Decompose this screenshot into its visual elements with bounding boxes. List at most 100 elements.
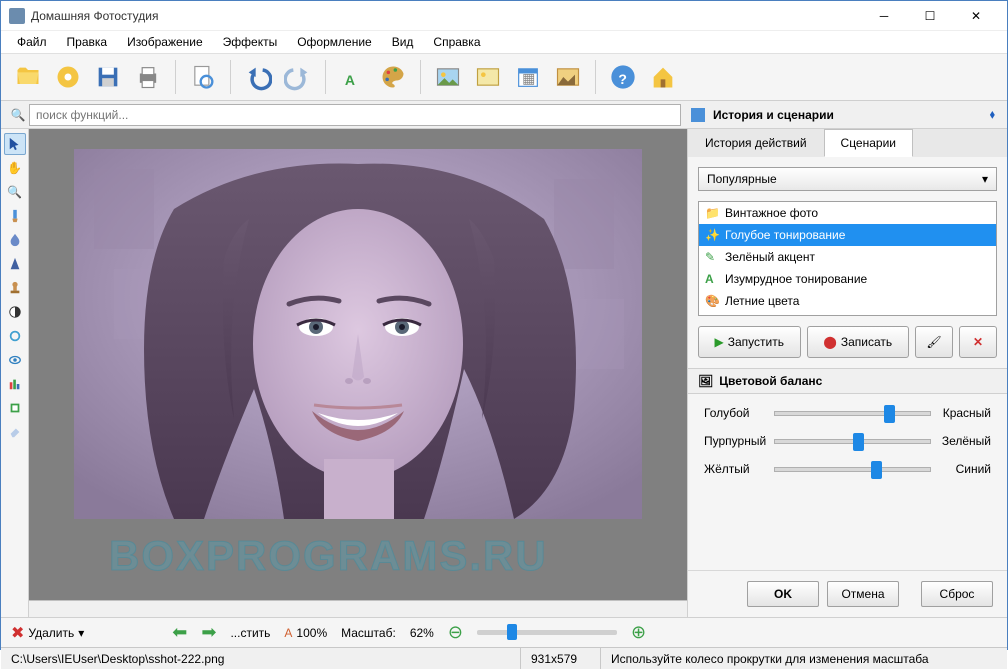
letter-a-icon: A xyxy=(705,272,719,286)
tab-history[interactable]: История действий xyxy=(688,129,824,157)
watermark: BOXPROGRAMS.RU xyxy=(109,532,548,580)
zoom-slider[interactable] xyxy=(477,630,617,635)
slider-label-blue: Синий xyxy=(937,462,991,476)
maximize-button[interactable]: ☐ xyxy=(907,1,953,31)
scenario-item-emerald[interactable]: AИзумрудное тонирование xyxy=(699,268,996,290)
scenario-item-summer[interactable]: 🎨Летние цвета xyxy=(699,290,996,312)
menu-design[interactable]: Оформление xyxy=(287,32,381,52)
horizontal-scrollbar[interactable] xyxy=(29,600,687,617)
slider-cyan-red[interactable] xyxy=(774,406,931,420)
calendar-icon[interactable]: ▦ xyxy=(509,58,547,96)
zoom-tool[interactable]: 🔍 xyxy=(4,181,26,203)
search-icon: 🔍 xyxy=(7,108,29,122)
status-hint: Используйте колесо прокрутки для изменен… xyxy=(601,648,1007,669)
print-icon[interactable] xyxy=(129,58,167,96)
slider-yellow-blue[interactable] xyxy=(774,462,931,476)
run-button[interactable]: ▶Запустить xyxy=(698,326,801,358)
minimize-button[interactable]: ─ xyxy=(861,1,907,31)
scenario-item-blue-tone[interactable]: ✨Голубое тонирование xyxy=(699,224,996,246)
redo-icon[interactable] xyxy=(279,58,317,96)
x-icon: ✕ xyxy=(973,335,983,349)
prev-button[interactable]: ⬅ xyxy=(172,622,187,643)
stamp-tool[interactable] xyxy=(4,277,26,299)
bottom-bar: ✖Удалить▾ ⬅ ➡ ...стить A100% Масштаб: 62… xyxy=(1,617,1007,647)
pencil-icon: ✎ xyxy=(705,250,719,264)
canvas-viewport[interactable]: BOXPROGRAMS.RU xyxy=(29,129,687,600)
scenario-category-dropdown[interactable]: Популярные ▾ xyxy=(698,167,997,191)
levels-tool[interactable] xyxy=(4,373,26,395)
crop-tool[interactable] xyxy=(4,397,26,419)
menu-file[interactable]: Файл xyxy=(7,32,57,52)
menu-effects[interactable]: Эффекты xyxy=(213,32,288,52)
panel-toggle-icon[interactable] xyxy=(691,108,705,122)
cd-icon[interactable] xyxy=(49,58,87,96)
next-button[interactable]: ➡ xyxy=(201,622,216,643)
sharpen-tool[interactable] xyxy=(4,253,26,275)
close-button[interactable]: ✕ xyxy=(953,1,999,31)
delete-button[interactable]: ✖Удалить▾ xyxy=(11,623,84,643)
search-input[interactable] xyxy=(29,104,681,126)
preview-icon[interactable] xyxy=(184,58,222,96)
palette-icon[interactable] xyxy=(374,58,412,96)
main-toolbar: A ▦ ? xyxy=(1,53,1007,101)
brush-tool[interactable] xyxy=(4,205,26,227)
image-1-icon[interactable] xyxy=(429,58,467,96)
contrast-tool[interactable] xyxy=(4,301,26,323)
status-dims: 931x579 xyxy=(521,648,601,669)
chevron-down-icon: ▾ xyxy=(982,172,988,186)
menu-edit[interactable]: Правка xyxy=(57,32,118,52)
tab-scenarios[interactable]: Сценарии xyxy=(824,129,913,157)
svg-text:?: ? xyxy=(618,71,627,87)
menu-view[interactable]: Вид xyxy=(382,32,424,52)
minus-icon: ⊖ xyxy=(448,622,463,643)
brush-action-button[interactable]: 🖌 xyxy=(915,326,953,358)
title-bar: Домашняя Фотостудия ─ ☐ ✕ xyxy=(1,1,1007,31)
save-icon[interactable] xyxy=(89,58,127,96)
zoom-out-button[interactable]: ⊖ xyxy=(448,622,463,643)
zoom-in-button[interactable]: ⊕ xyxy=(631,622,646,643)
canvas-image[interactable] xyxy=(74,149,642,519)
circle-tool[interactable] xyxy=(4,325,26,347)
menu-image[interactable]: Изображение xyxy=(117,32,213,52)
undo-icon[interactable] xyxy=(239,58,277,96)
scenario-item-green-accent[interactable]: ✎Зелёный акцент xyxy=(699,246,996,268)
menu-help[interactable]: Справка xyxy=(423,32,490,52)
home-icon[interactable] xyxy=(644,58,682,96)
image-2-icon[interactable] xyxy=(469,58,507,96)
record-button[interactable]: ⬤Записать xyxy=(807,326,910,358)
hand-tool[interactable]: ✋ xyxy=(4,157,26,179)
ok-button[interactable]: OK xyxy=(747,581,819,607)
slider-magenta-green[interactable] xyxy=(774,434,931,448)
scale-value: 62% xyxy=(410,626,434,640)
cancel-button[interactable]: Отмена xyxy=(827,581,899,607)
delete-action-button[interactable]: ✕ xyxy=(959,326,997,358)
templates-icon[interactable] xyxy=(549,58,587,96)
picture-icon: 🖼 xyxy=(698,374,713,388)
scenario-list[interactable]: 📁Винтажное фото ✨Голубое тонирование ✎Зе… xyxy=(698,201,997,316)
fit-button[interactable]: ...стить xyxy=(230,626,270,640)
slider-label-yellow: Жёлтый xyxy=(704,462,768,476)
slider-label-magenta: Пурпурный xyxy=(704,434,768,448)
status-bar: C:\Users\IEUser\Desktop\sshot-222.png 93… xyxy=(1,647,1007,669)
wand-icon: ✨ xyxy=(705,228,719,242)
right-panel: История действий Сценарии Популярные ▾ 📁… xyxy=(687,129,1007,617)
scenario-item-vintage[interactable]: 📁Винтажное фото xyxy=(699,202,996,224)
search-bar: 🔍 История и сценарии ⬧ xyxy=(1,101,1007,129)
zoom-100-button[interactable]: A100% xyxy=(284,626,327,640)
help-icon[interactable]: ? xyxy=(604,58,642,96)
collapse-panel-icon[interactable]: ⬧ xyxy=(990,107,995,122)
record-icon: ⬤ xyxy=(823,335,836,349)
pointer-tool[interactable] xyxy=(4,133,26,155)
eraser-tool[interactable] xyxy=(4,421,26,443)
eye-tool[interactable] xyxy=(4,349,26,371)
blur-tool[interactable] xyxy=(4,229,26,251)
window-title: Домашняя Фотостудия xyxy=(31,9,861,23)
x-red-icon: ✖ xyxy=(11,623,24,643)
reset-button[interactable]: Сброс xyxy=(921,581,993,607)
play-icon: ▶ xyxy=(715,335,724,349)
status-path: C:\Users\IEUser\Desktop\sshot-222.png xyxy=(1,648,521,669)
palette-small-icon: 🎨 xyxy=(705,294,719,308)
open-folder-icon[interactable] xyxy=(9,58,47,96)
chevron-down-icon: ▾ xyxy=(78,626,84,640)
text-icon[interactable]: A xyxy=(334,58,372,96)
